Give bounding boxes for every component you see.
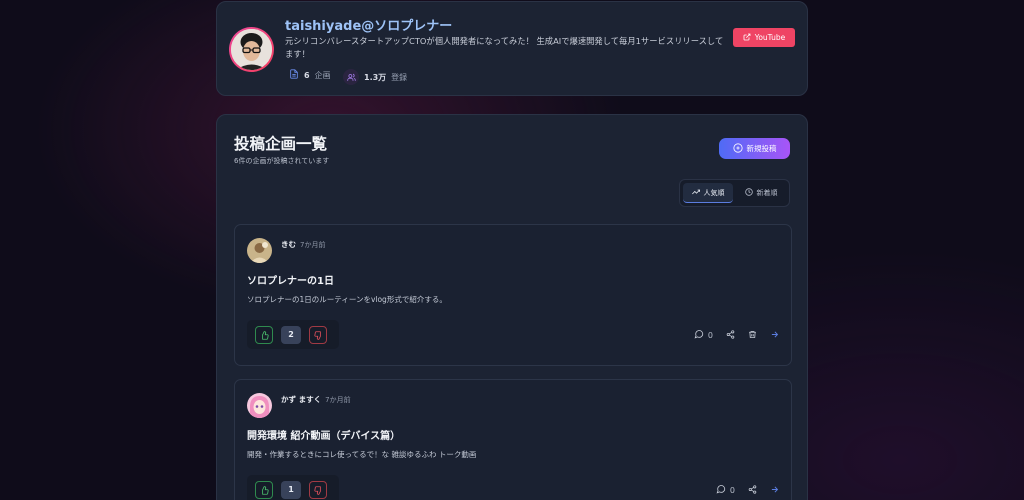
subscribers-stat: 1.3万 登録	[343, 69, 407, 85]
post-author: かず ますく 7か月前	[281, 394, 351, 405]
youtube-button[interactable]: YouTube	[733, 28, 795, 47]
new-post-button[interactable]: 新規投稿	[719, 138, 790, 159]
users-icon	[343, 69, 359, 85]
upvote-button[interactable]	[255, 480, 273, 499]
subscribers-count: 1.3万	[364, 72, 387, 82]
new-post-label: 新規投稿	[746, 144, 777, 153]
downvote-button[interactable]	[309, 480, 327, 499]
vote-controls: 1	[247, 475, 339, 500]
trending-up-icon	[691, 188, 700, 198]
profile-card: taishiyade@ソロプレナー 元シリコンバレースタートアップCTOが個人開…	[216, 1, 808, 96]
vote-count: 2	[281, 325, 301, 344]
comment-icon	[694, 329, 704, 341]
profile-avatar	[229, 27, 274, 72]
avatar	[247, 238, 272, 263]
upvote-button[interactable]	[255, 325, 273, 344]
arrow-right-icon	[770, 330, 779, 341]
sort-newest-button[interactable]: 新着順	[736, 183, 786, 203]
open-post-button[interactable]	[770, 330, 779, 341]
post-time: 7か月前	[325, 396, 351, 404]
post-card[interactable]: きむ 7か月前 ソロプレナーの1日 ソロプレナーの1日のルーティーンをvlog形式…	[234, 224, 792, 366]
delete-button[interactable]	[748, 330, 757, 341]
post-description: 開発・作業するときにコレ使ってるで！な 雑談ゆるふわ トーク動画	[247, 450, 477, 459]
thumbs-up-icon	[260, 325, 269, 344]
vote-controls: 2	[247, 320, 339, 349]
trash-icon	[748, 330, 757, 341]
comment-count: 0	[707, 330, 713, 340]
share-button[interactable]	[748, 484, 757, 496]
posts-panel: 投稿企画一覧 6件の企画が投稿されています 新規投稿 人気順 新着順 きむ 7か…	[216, 114, 808, 500]
profile-name: taishiyade@ソロプレナー	[285, 19, 453, 34]
profile-bio: 元シリコンバレースタートアップCTOが個人開発者になってみた！ 生成AIで爆速開…	[285, 36, 724, 59]
share-icon	[726, 329, 735, 341]
thumbs-down-icon	[313, 325, 323, 344]
projects-label: 企画	[314, 70, 331, 80]
avatar	[247, 393, 272, 418]
thumbs-down-icon	[313, 480, 323, 499]
comment-button[interactable]: 0	[694, 329, 713, 341]
downvote-button[interactable]	[309, 325, 327, 344]
share-icon	[748, 484, 757, 496]
post-author-name: かず ますく	[281, 395, 322, 404]
post-title[interactable]: ソロプレナーの1日	[247, 272, 334, 287]
projects-count: 6	[304, 70, 310, 80]
sort-toggle: 人気順 新着順	[679, 179, 790, 207]
post-time: 7か月前	[300, 241, 326, 249]
comment-button[interactable]: 0	[716, 484, 735, 496]
post-description: ソロプレナーの1日のルーティーンをvlog形式で紹介する。	[247, 295, 447, 304]
post-actions: 0	[716, 484, 779, 496]
sort-popular-button[interactable]: 人気順	[683, 183, 733, 203]
document-icon	[289, 69, 299, 81]
page-subtitle: 6件の企画が投稿されています	[234, 157, 330, 165]
sort-popular-label: 人気順	[703, 188, 725, 197]
comment-icon	[716, 484, 726, 496]
plus-circle-icon	[732, 142, 743, 155]
arrow-right-icon	[770, 485, 779, 496]
post-title[interactable]: 開発環境 紹介動画（デバイス篇）	[247, 427, 400, 442]
share-button[interactable]	[726, 329, 735, 341]
external-link-icon	[743, 33, 751, 43]
open-post-button[interactable]	[770, 485, 779, 496]
projects-stat: 6 企画	[289, 69, 331, 81]
page-title: 投稿企画一覧	[234, 135, 328, 153]
post-author: きむ 7か月前	[281, 239, 325, 250]
thumbs-up-icon	[260, 480, 269, 499]
youtube-label: YouTube	[754, 33, 786, 42]
clock-icon	[744, 188, 753, 198]
sort-newest-label: 新着順	[756, 189, 778, 197]
subscribers-label: 登録	[391, 72, 408, 82]
vote-count: 1	[281, 480, 301, 499]
post-card[interactable]: かず ますく 7か月前 開発環境 紹介動画（デバイス篇） 開発・作業するときにコレ…	[234, 379, 792, 500]
post-author-name: きむ	[281, 240, 296, 249]
comment-count: 0	[729, 485, 735, 495]
post-actions: 0	[694, 329, 779, 341]
